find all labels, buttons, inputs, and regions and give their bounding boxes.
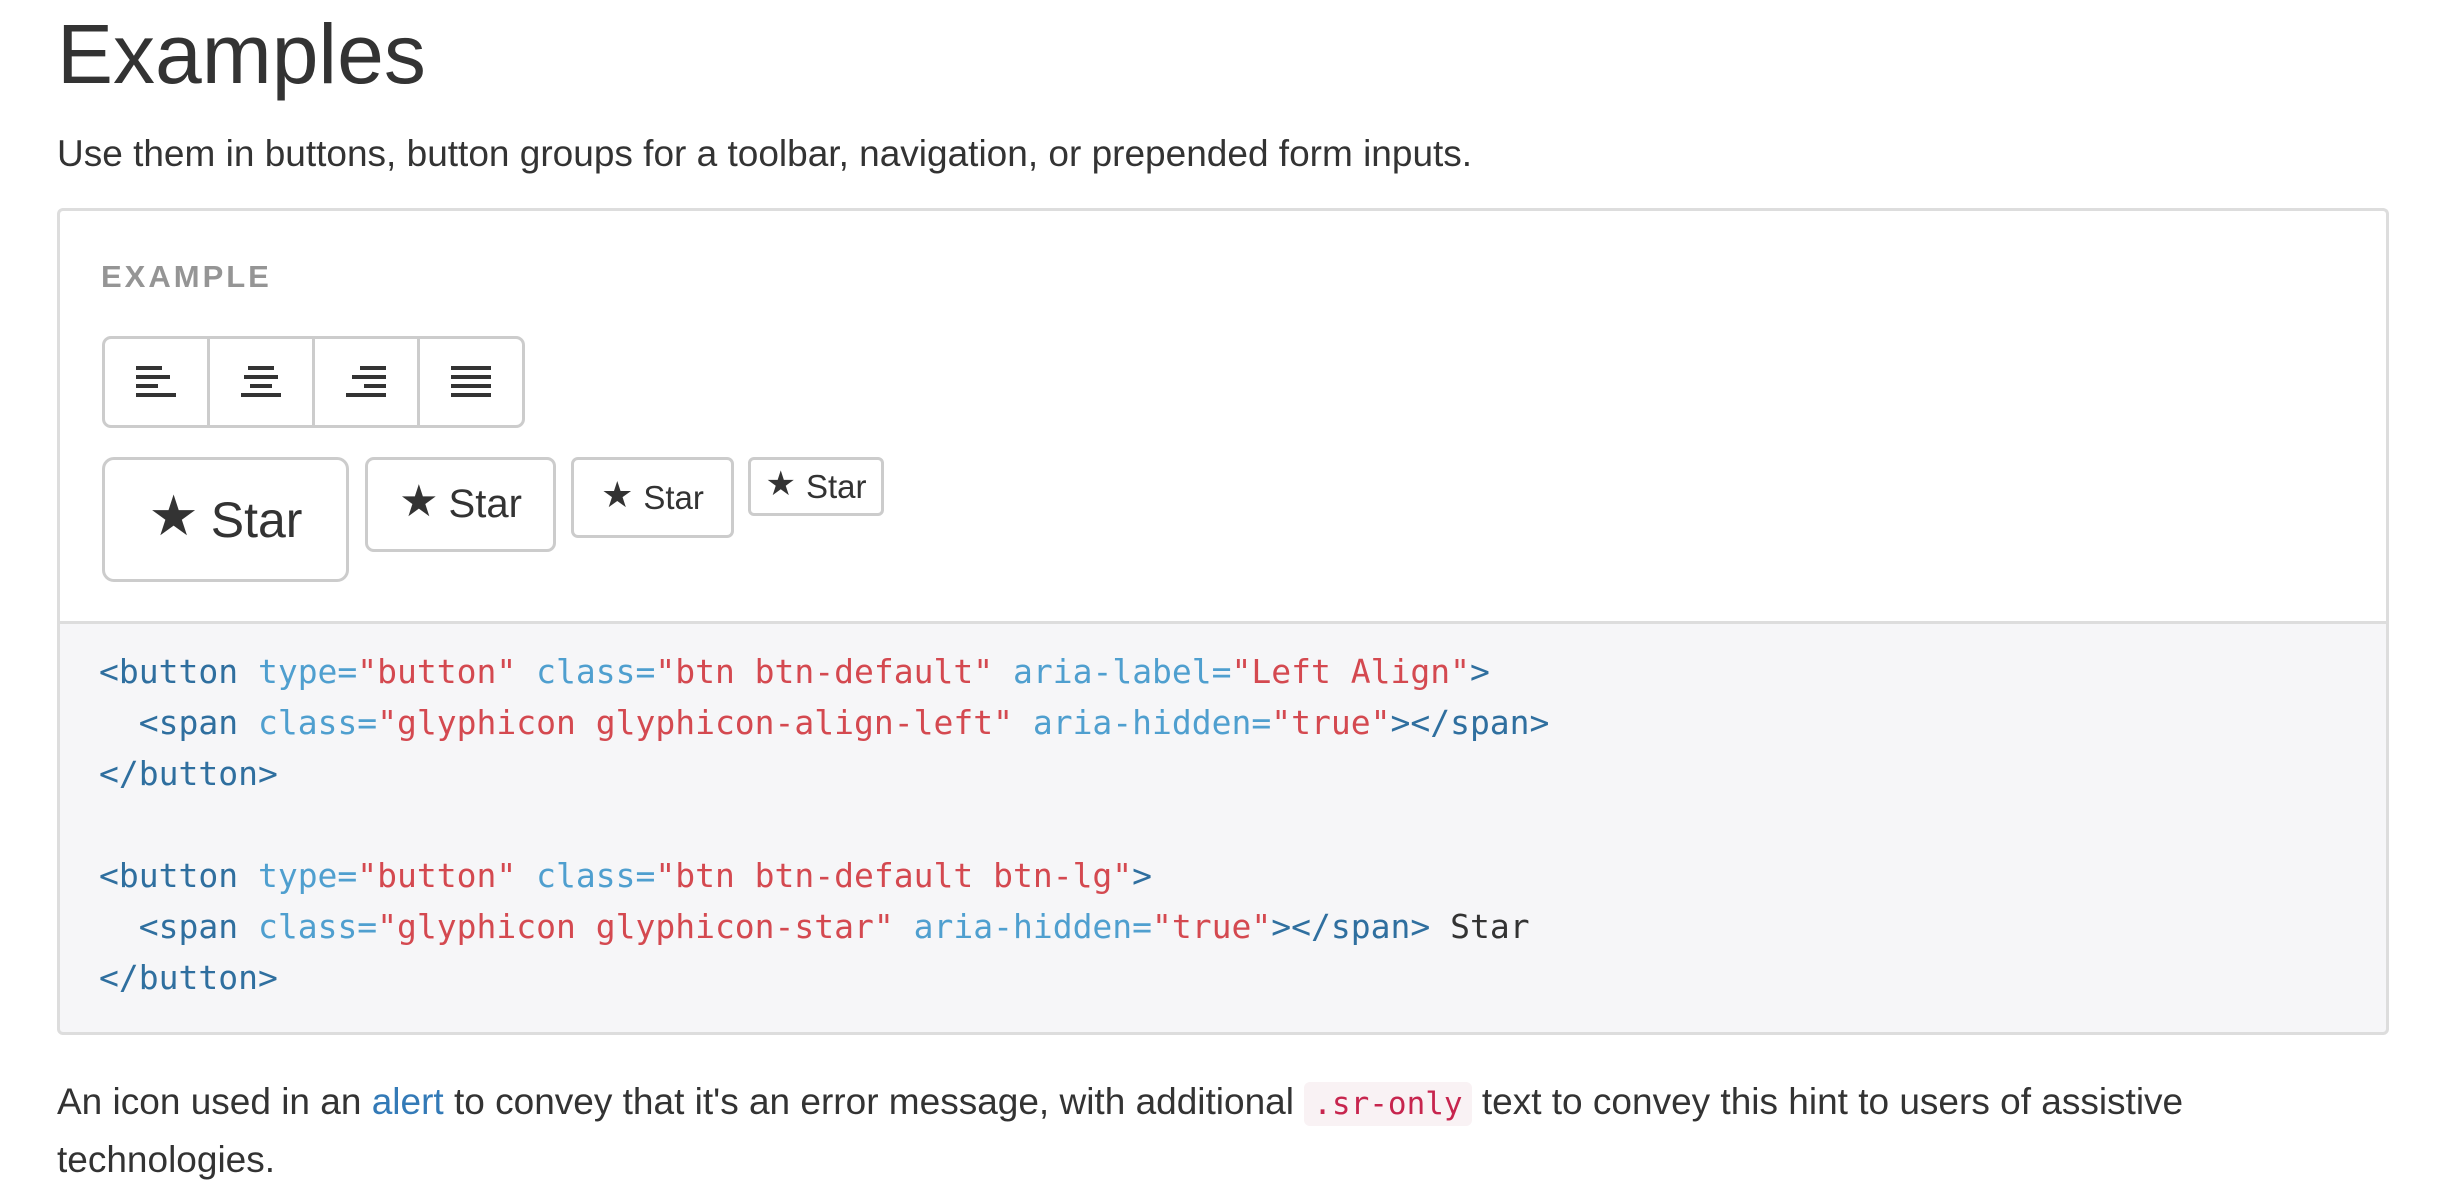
code-token: <span [138, 907, 258, 946]
align-left-icon [136, 366, 176, 397]
lead-paragraph: Use them in buttons, button groups for a… [57, 133, 1473, 174]
align-center-icon [241, 366, 281, 397]
star-icon: ★ [399, 476, 439, 526]
align-center-button[interactable] [207, 336, 315, 428]
alert-description: An icon used in an alert to convey that … [57, 1074, 2392, 1187]
code-listing: <button type="button" class="btn btn-def… [99, 646, 1549, 1003]
code-token: class= [536, 652, 656, 691]
code-token: "glyphicon glyphicon-align-left" [377, 703, 1013, 742]
code-token: "true" [1271, 703, 1391, 742]
code-token: > [1469, 652, 1490, 691]
star-button-large[interactable]: ★ Star [102, 457, 349, 582]
star-button-small[interactable]: ★ Star [571, 457, 734, 538]
code-token: ></span> [1271, 907, 1431, 946]
code-token: </button> [99, 754, 278, 793]
code-token: "true" [1152, 907, 1272, 946]
code-token: <span [138, 703, 258, 742]
code-token: ></span> [1390, 703, 1550, 742]
code-line: <span class="glyphicon glyphicon-star" a… [99, 907, 1530, 946]
align-justify-button[interactable] [417, 336, 525, 428]
star-button-extra-small[interactable]: ★ Star [748, 457, 884, 516]
star-button-label: Star [448, 482, 522, 526]
alert-link[interactable]: alert [372, 1081, 444, 1122]
align-right-button[interactable] [312, 336, 420, 428]
code-token: "button" [357, 856, 517, 895]
code-token: aria-hidden= [1032, 703, 1272, 742]
code-token: Star [1430, 907, 1530, 946]
description-text-middle: to convey that it's an error message, wi… [443, 1081, 1305, 1122]
code-token: class= [536, 856, 656, 895]
code-token: "glyphicon glyphicon-star" [377, 907, 894, 946]
code-line: <button type="button" class="btn btn-def… [99, 856, 1152, 895]
code-token: aria-hidden= [913, 907, 1153, 946]
star-icon: ★ [765, 464, 796, 503]
page-title: Examples [57, 7, 426, 101]
align-right-icon [346, 366, 386, 397]
code-token: "btn btn-default btn-lg" [655, 856, 1133, 895]
star-button-label: Star [643, 478, 704, 516]
star-button-label: Star [210, 491, 303, 548]
code-token: class= [257, 907, 378, 946]
code-token: > [1132, 856, 1153, 895]
code-token: "Left Align" [1231, 652, 1470, 691]
code-token: "btn btn-default" [655, 652, 994, 691]
code-block: <button type="button" class="btn btn-def… [57, 621, 2389, 1035]
example-label: EXAMPLE [101, 259, 272, 294]
star-button-default[interactable]: ★ Star [365, 457, 556, 552]
code-line: <button type="button" class="btn btn-def… [99, 652, 1490, 691]
sr-only-code: .sr-only [1304, 1082, 1472, 1126]
code-line: </button> [99, 754, 278, 793]
code-token: aria-label= [1012, 652, 1232, 691]
alignment-button-group [102, 336, 525, 428]
code-token: </button> [99, 958, 278, 997]
code-line: <span class="glyphicon glyphicon-align-l… [99, 703, 1550, 742]
code-token: <button [99, 652, 258, 691]
description-text-start: An icon used in an [57, 1081, 372, 1122]
code-token: type= [257, 856, 358, 895]
star-button-label: Star [805, 467, 867, 505]
align-justify-icon [451, 366, 491, 397]
star-icon: ★ [148, 483, 199, 547]
align-left-button[interactable] [102, 336, 210, 428]
code-token: class= [257, 703, 378, 742]
code-token: type= [257, 652, 358, 691]
code-token: "button" [357, 652, 517, 691]
star-icon: ★ [601, 473, 634, 515]
code-token: <button [99, 856, 258, 895]
example-box: EXAMPLE ★ Star ★ Star ★ Star ★ Star [57, 208, 2389, 624]
code-line: </button> [99, 958, 278, 997]
